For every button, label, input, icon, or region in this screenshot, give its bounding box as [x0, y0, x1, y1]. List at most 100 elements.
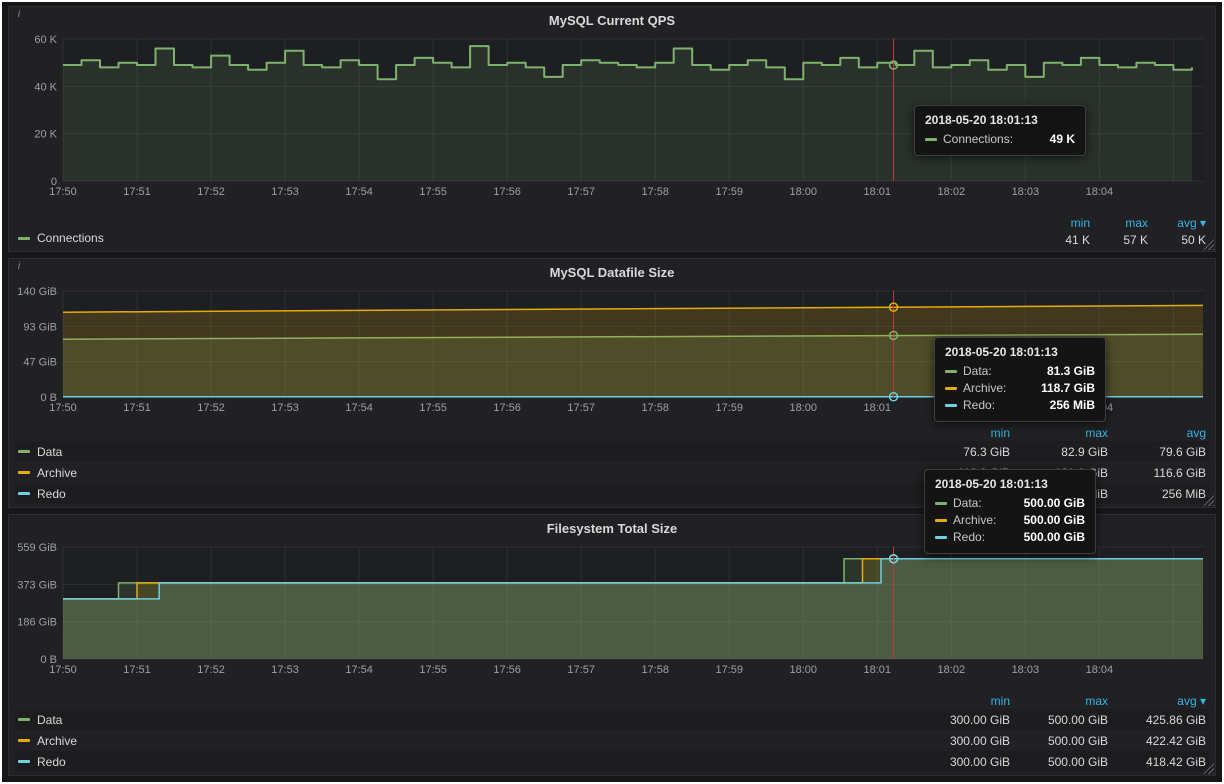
legend-stat-max: 82.9 GiB	[1010, 445, 1108, 459]
tooltip-series-value: 500.00 GiB	[1010, 495, 1085, 512]
x-axis-tick-label: 17:51	[123, 664, 151, 676]
tooltip-series-value: 49 K	[1036, 131, 1075, 148]
panel-title[interactable]: MySQL Current QPS	[15, 11, 1209, 31]
tooltip-timestamp: 2018-05-20 18:01:13	[945, 345, 1095, 359]
x-axis-tick-label: 18:01	[864, 402, 892, 414]
legend-header-row: minmaxavg ▾	[15, 692, 1209, 709]
legend-series-label: Redo	[37, 485, 66, 503]
x-axis-tick-label: 17:52	[197, 402, 225, 414]
legend-series-toggle-archive[interactable]: Archive	[18, 732, 77, 750]
x-axis-tick-label: 17:50	[49, 402, 77, 414]
x-axis-tick-label: 17:53	[271, 402, 299, 414]
x-axis-tick-label: 18:04	[1086, 186, 1114, 198]
x-axis-tick-label: 18:01	[864, 664, 892, 676]
legend-sort-header-min[interactable]: min	[1032, 216, 1090, 230]
legend-stat-avg: 79.6 GiB	[1108, 445, 1206, 459]
tooltip-series-value: 118.7 GiB	[1027, 380, 1095, 397]
tooltip-series-row: Redo:256 MiB	[945, 397, 1095, 414]
legend-header-row: minmaxavg	[15, 424, 1209, 441]
legend-sort-header-avg[interactable]: avg ▾	[1148, 216, 1206, 230]
legend-sort-header-max[interactable]: max	[1010, 426, 1108, 440]
legend-sort-header-avg[interactable]: avg ▾	[1108, 694, 1206, 708]
legend-series-toggle-data[interactable]: Data	[18, 443, 62, 461]
legend-row-data: Data 76.3 GiB82.9 GiB79.6 GiB	[15, 441, 1209, 462]
panel-info-icon[interactable]: i	[12, 8, 26, 22]
x-axis-tick-label: 17:57	[567, 664, 595, 676]
legend-series-toggle-data[interactable]: Data	[18, 711, 62, 729]
legend-stat-avg: 422.42 GiB	[1108, 734, 1206, 748]
tooltip-series-label: Archive:	[953, 512, 996, 529]
x-axis-tick-label: 18:03	[1012, 664, 1040, 676]
x-axis-tick-label: 17:55	[419, 402, 447, 414]
series-color-dash-icon	[18, 718, 30, 721]
legend-stat-max: 57 K	[1090, 233, 1148, 247]
x-axis-tick-label: 17:57	[567, 402, 595, 414]
legend: Connections minmaxavg ▾41 K57 K50 K	[15, 216, 1209, 248]
x-axis-tick-label: 17:54	[345, 402, 373, 414]
x-axis-tick-label: 17:56	[493, 664, 521, 676]
x-axis-tick-label: 17:53	[271, 664, 299, 676]
y-axis-tick-label: 60 K	[34, 34, 57, 46]
series-color-dash-icon	[18, 237, 30, 240]
legend-series-label: Connections	[37, 229, 104, 247]
x-axis-tick-label: 17:52	[197, 664, 225, 676]
series-color-dash-icon	[18, 760, 30, 763]
x-axis-tick-label: 17:50	[49, 664, 77, 676]
tooltip-series-label: Redo:	[963, 397, 995, 414]
tooltip-series-row: Redo:500.00 GiB	[935, 529, 1085, 546]
tooltip-series-label: Data:	[963, 363, 992, 380]
series-color-dash-icon	[945, 370, 957, 373]
x-axis-tick-label: 17:59	[715, 664, 743, 676]
x-axis-tick-label: 18:02	[938, 186, 966, 198]
series-color-dash-icon	[18, 450, 30, 453]
legend-row-archive: Archive300.00 GiB500.00 GiB422.42 GiB	[15, 730, 1209, 751]
y-axis-tick-label: 93 GiB	[23, 321, 57, 333]
series-color-dash-icon	[925, 138, 937, 141]
legend-series-label: Redo	[37, 753, 66, 771]
legend-sort-header-max[interactable]: max	[1090, 216, 1148, 230]
legend-stat-avg: 50 K	[1148, 233, 1206, 247]
legend-row-redo: Redo300.00 GiB500.00 GiB418.42 GiB	[15, 751, 1209, 772]
legend-stat-min: 76.3 GiB	[912, 445, 1010, 459]
panel-info-icon[interactable]: i	[12, 260, 26, 274]
x-axis-tick-label: 17:56	[493, 186, 521, 198]
tooltip-timestamp: 2018-05-20 18:01:13	[925, 113, 1075, 127]
tooltip-series-value: 500.00 GiB	[1010, 512, 1085, 529]
legend-stat-avg: 256 MiB	[1108, 487, 1206, 501]
y-axis-tick-label: 40 K	[34, 81, 57, 93]
x-axis-tick-label: 18:00	[789, 664, 817, 676]
x-axis-tick-label: 18:03	[1012, 186, 1040, 198]
legend-series-toggle-connections[interactable]: Connections	[18, 229, 104, 247]
legend-series-toggle-archive[interactable]: Archive	[18, 464, 77, 482]
legend-sort-header-min[interactable]: min	[912, 694, 1010, 708]
legend-sort-header-max[interactable]: max	[1010, 694, 1108, 708]
tooltip-series-label: Data:	[953, 495, 982, 512]
x-axis-tick-label: 17:52	[197, 186, 225, 198]
legend-stat-min: 300.00 GiB	[912, 755, 1010, 769]
legend-stat-min: 300.00 GiB	[912, 734, 1010, 748]
legend-series-label: Archive	[37, 732, 77, 750]
panel-title[interactable]: MySQL Datafile Size	[15, 263, 1209, 283]
x-axis-tick-label: 17:59	[715, 186, 743, 198]
legend-series-label: Data	[37, 711, 62, 729]
y-axis-tick-label: 47 GiB	[23, 357, 57, 369]
x-axis-tick-label: 18:00	[789, 402, 817, 414]
legend-series-toggle-redo[interactable]: Redo	[18, 485, 66, 503]
x-axis-tick-label: 17:57	[567, 186, 595, 198]
chart-area: 559 GiB373 GiB186 GiB0 B17:5017:5117:521…	[15, 539, 1209, 679]
legend-stat-avg: 116.6 GiB	[1108, 466, 1206, 480]
series-color-dash-icon	[935, 519, 947, 522]
legend-sort-header-min[interactable]: min	[912, 426, 1010, 440]
legend-stats-table: minmaxavg ▾41 K57 K50 K	[1032, 216, 1206, 247]
x-axis-tick-label: 17:51	[123, 186, 151, 198]
legend: minmaxavg ▾Data300.00 GiB500.00 GiB425.8…	[15, 692, 1209, 772]
y-axis-tick-label: 20 K	[34, 129, 57, 141]
tooltip-timestamp: 2018-05-20 18:01:13	[935, 477, 1085, 491]
x-axis-tick-label: 17:55	[419, 664, 447, 676]
tooltip-series-row: Connections:49 K	[925, 131, 1075, 148]
legend-series-toggle-redo[interactable]: Redo	[18, 753, 66, 771]
legend-sort-header-avg[interactable]: avg	[1108, 426, 1206, 440]
series-color-dash-icon	[935, 536, 947, 539]
legend-stat-avg: 418.42 GiB	[1108, 755, 1206, 769]
filesystem-chart-svg: 559 GiB373 GiB186 GiB0 B17:5017:5117:521…	[15, 539, 1211, 679]
